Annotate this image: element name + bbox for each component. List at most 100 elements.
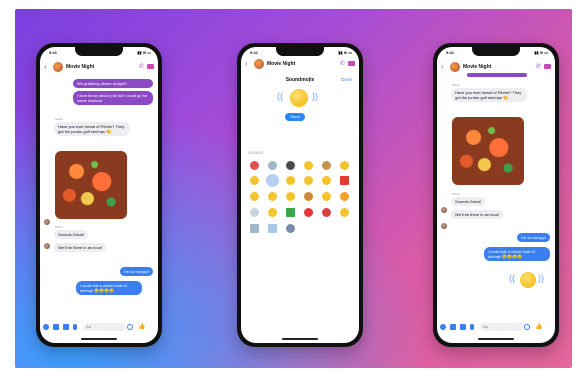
soundmoji-item[interactable] xyxy=(322,161,331,170)
message-bubble[interactable]: Have you ever heard of Pêche? They got t… xyxy=(54,122,130,136)
soundmoji-item[interactable] xyxy=(250,192,259,201)
home-indicator xyxy=(81,338,117,340)
video-icon[interactable] xyxy=(544,64,551,69)
group-avatar[interactable] xyxy=(254,59,264,69)
camera-icon[interactable] xyxy=(53,324,59,330)
soundmoji-item[interactable] xyxy=(304,192,313,201)
soundmoji-item[interactable] xyxy=(286,192,295,201)
camera-icon[interactable] xyxy=(450,324,456,330)
message-bubble[interactable]: I'm so hungry! xyxy=(120,267,153,276)
mic-icon[interactable] xyxy=(470,324,474,330)
sound-wave-icon: )) xyxy=(312,91,318,101)
soundmoji-item[interactable] xyxy=(304,161,313,170)
message-bubble[interactable]: I could eat a whole boat of shrimp! 🤤🤤🤤🤤 xyxy=(76,281,142,295)
sender-name: Sarah xyxy=(55,117,64,121)
message-bubble[interactable]: I dont know about y'all but I could go f… xyxy=(73,91,153,105)
soundmoji-item[interactable] xyxy=(250,224,259,233)
group-avatar[interactable] xyxy=(53,62,63,72)
phone-icon[interactable]: ✆ xyxy=(536,63,541,70)
soundmoji-item[interactable] xyxy=(268,192,277,201)
plus-icon[interactable] xyxy=(43,324,49,330)
message-bubble[interactable]: We'll be there in an hour! xyxy=(54,243,107,252)
soundmoji-item[interactable] xyxy=(286,176,295,185)
sound-wave-icon: (( xyxy=(509,273,515,283)
soundmoji-item[interactable] xyxy=(322,208,331,217)
signal-icon: ▮▮ ≋ ▭ xyxy=(534,50,548,55)
send-button[interactable]: Send xyxy=(285,113,305,121)
notch xyxy=(75,47,123,56)
thumbs-up-icon[interactable]: 👍 xyxy=(138,323,145,330)
sent-soundmoji[interactable] xyxy=(520,272,536,288)
message-input[interactable]: Aa xyxy=(480,323,523,331)
done-button[interactable]: Done xyxy=(341,77,352,82)
phone-icon[interactable]: ✆ xyxy=(340,60,345,67)
chat-screen: 9:41 ▮▮ ≋ ▭ ‹ Movie Night ✆ Sarah Have y… xyxy=(437,47,555,343)
chat-screen: 9:41 ▮▮ ≋ ▭ ‹ Movie Night ✆ We grabbing … xyxy=(40,47,158,343)
sound-wave-icon: )) xyxy=(538,273,544,283)
soundmoji-item[interactable] xyxy=(286,161,295,170)
phone-icon[interactable]: ✆ xyxy=(139,63,144,70)
soundmoji-item[interactable] xyxy=(286,224,295,233)
home-indicator xyxy=(478,338,514,340)
soundmoji-item[interactable] xyxy=(340,192,349,201)
message-bubble[interactable]: Sounds Great! xyxy=(54,230,88,239)
food-photo[interactable] xyxy=(452,117,524,185)
phone-left: 9:41 ▮▮ ≋ ▭ ‹ Movie Night ✆ We grabbing … xyxy=(36,43,162,347)
chat-title[interactable]: Movie Night xyxy=(267,61,295,67)
message-bubble[interactable]: Have you ever heard of Pêche? They got t… xyxy=(451,88,527,102)
soundmoji-item[interactable] xyxy=(250,161,259,170)
soundmoji-item[interactable] xyxy=(250,176,259,185)
soundmoji-item[interactable] xyxy=(340,176,349,185)
status-time: 9:41 xyxy=(446,50,455,55)
sender-name: Olivia xyxy=(452,192,460,196)
chat-title[interactable]: Movie Night xyxy=(66,64,94,70)
soundmoji-item[interactable] xyxy=(340,208,349,217)
soundmoji-item[interactable] xyxy=(268,224,277,233)
message-bubble[interactable]: Sounds Great! xyxy=(451,197,485,206)
video-icon[interactable] xyxy=(147,64,154,69)
video-icon[interactable] xyxy=(348,61,355,66)
composer: Aa 👍 xyxy=(40,322,158,334)
message-bubble[interactable]: We grabbing dinner tonight? xyxy=(73,79,153,88)
plus-icon[interactable] xyxy=(440,324,446,330)
soundmoji-item[interactable] xyxy=(340,161,349,170)
status-time: 9:41 xyxy=(49,50,58,55)
notch xyxy=(276,47,324,56)
soundmoji-item[interactable] xyxy=(286,208,295,217)
message-bubble[interactable]: I'm so hungry! xyxy=(517,233,550,242)
message-input[interactable]: Aa xyxy=(83,323,126,331)
notch xyxy=(472,47,520,56)
soundmoji-item[interactable] xyxy=(304,176,313,185)
mic-icon[interactable] xyxy=(73,324,77,330)
emoji-icon[interactable] xyxy=(524,324,530,330)
sender-name: Olivia xyxy=(55,225,63,229)
home-indicator xyxy=(282,338,318,340)
back-chevron-icon[interactable]: ‹ xyxy=(245,60,248,68)
message-bubble[interactable]: I could eat a whole boat of shrimp! 🤤🤤🤤🤤 xyxy=(484,247,550,261)
back-chevron-icon[interactable]: ‹ xyxy=(441,63,444,71)
phone-right: 9:41 ▮▮ ≋ ▭ ‹ Movie Night ✆ Sarah Have y… xyxy=(433,43,559,347)
back-chevron-icon[interactable]: ‹ xyxy=(44,63,47,71)
soundmoji-item[interactable] xyxy=(268,208,277,217)
soundmoji-item[interactable] xyxy=(322,192,331,201)
photo-icon[interactable] xyxy=(460,324,466,330)
chat-title[interactable]: Movie Night xyxy=(463,64,491,70)
soundmoji-item-selected[interactable] xyxy=(266,174,279,187)
avatar xyxy=(441,223,447,229)
soundmoji-item[interactable] xyxy=(250,208,259,217)
group-avatar[interactable] xyxy=(450,62,460,72)
phone-middle: 9:41 ▮▮ ≋ ▭ ‹ Movie Night ✆ Soundmojis D… xyxy=(237,43,363,347)
soundmoji-item[interactable] xyxy=(322,176,331,185)
food-photo[interactable] xyxy=(55,151,127,219)
selected-soundmoji xyxy=(290,89,308,107)
status-time: 9:41 xyxy=(250,50,259,55)
thumbs-up-icon[interactable]: 👍 xyxy=(535,323,542,330)
avatar xyxy=(44,219,50,225)
composer: Aa 👍 xyxy=(437,322,555,334)
soundmoji-screen: 9:41 ▮▮ ≋ ▭ ‹ Movie Night ✆ Soundmojis D… xyxy=(241,47,359,343)
photo-icon[interactable] xyxy=(63,324,69,330)
emoji-icon[interactable] xyxy=(127,324,133,330)
soundmoji-item[interactable] xyxy=(268,161,277,170)
soundmoji-item[interactable] xyxy=(304,208,313,217)
message-bubble[interactable]: We'll be there in an hour! xyxy=(451,210,504,219)
